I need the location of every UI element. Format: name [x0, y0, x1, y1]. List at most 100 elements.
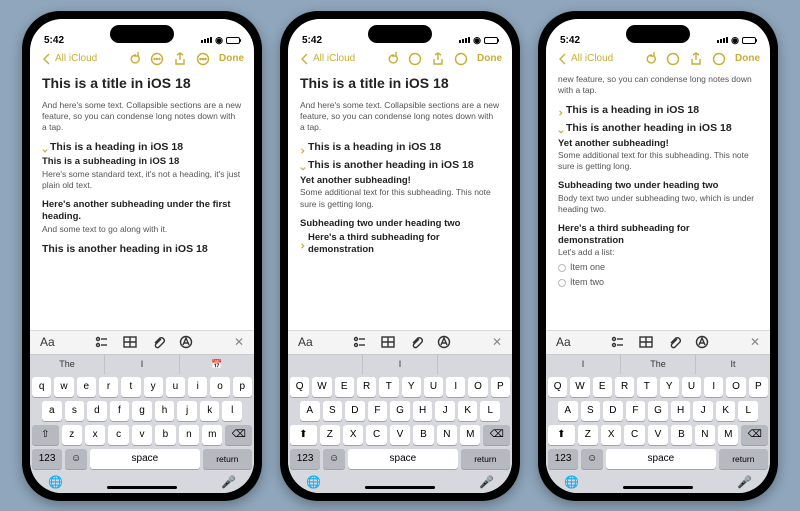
key-N[interactable]: N	[437, 425, 457, 445]
emoji-key[interactable]: ☺	[65, 449, 87, 469]
key-L[interactable]: L	[480, 401, 500, 421]
key-i[interactable]: i	[188, 377, 207, 397]
chevron-right-icon[interactable]	[558, 107, 564, 113]
key-d[interactable]: d	[87, 401, 107, 421]
home-indicator[interactable]	[107, 486, 177, 489]
key-m[interactable]: m	[202, 425, 222, 445]
key-r[interactable]: r	[99, 377, 118, 397]
subheading[interactable]: Here's a third subheading for demonstrat…	[558, 223, 758, 248]
key-U[interactable]: U	[682, 377, 701, 397]
key-h[interactable]: h	[155, 401, 175, 421]
key-S[interactable]: S	[581, 401, 601, 421]
key-W[interactable]: W	[570, 377, 589, 397]
ellipsis-icon[interactable]	[408, 52, 422, 66]
radio-icon[interactable]	[558, 279, 566, 287]
suggestion[interactable]: The	[30, 355, 105, 374]
close-icon[interactable]: ✕	[750, 335, 760, 349]
heading[interactable]: This is a heading in iOS 18	[558, 104, 758, 118]
key-B[interactable]: B	[671, 425, 691, 445]
text-style-button[interactable]: Aa	[556, 335, 571, 349]
heading[interactable]: This is another heading in iOS 18	[42, 243, 242, 257]
shift-key[interactable]: ⬆	[290, 425, 317, 445]
numbers-key[interactable]: 123	[32, 449, 62, 469]
shift-key[interactable]: ⇧	[32, 425, 59, 445]
key-Z[interactable]: Z	[578, 425, 598, 445]
chevron-down-icon[interactable]	[300, 163, 306, 169]
key-e[interactable]: e	[77, 377, 96, 397]
key-R[interactable]: R	[357, 377, 376, 397]
close-icon[interactable]: ✕	[492, 335, 502, 349]
globe-icon[interactable]: 🌐	[564, 475, 579, 489]
globe-icon[interactable]: 🌐	[306, 475, 321, 489]
key-Q[interactable]: Q	[290, 377, 309, 397]
done-button[interactable]: Done	[477, 53, 502, 64]
text-style-button[interactable]: Aa	[298, 335, 313, 349]
undo-icon[interactable]	[643, 52, 657, 66]
return-key[interactable]: return	[461, 449, 510, 469]
key-V[interactable]: V	[648, 425, 668, 445]
note-content[interactable]: new feature, so you can condense long no…	[546, 71, 770, 330]
key-Q[interactable]: Q	[548, 377, 567, 397]
key-T[interactable]: T	[379, 377, 398, 397]
key-S[interactable]: S	[323, 401, 343, 421]
key-D[interactable]: D	[603, 401, 623, 421]
share-icon[interactable]	[689, 52, 703, 66]
more-icon[interactable]	[196, 52, 210, 66]
note-title[interactable]: This is a title in iOS 18	[300, 74, 500, 92]
body-text[interactable]: Some additional text for this subheading…	[300, 187, 500, 209]
key-C[interactable]: C	[366, 425, 386, 445]
key-b[interactable]: b	[155, 425, 175, 445]
body-text[interactable]: And some text to go along with it.	[42, 224, 242, 235]
key-A[interactable]: A	[558, 401, 578, 421]
key-o[interactable]: o	[210, 377, 229, 397]
markup-icon[interactable]	[437, 335, 451, 349]
note-title[interactable]: This is a title in iOS 18	[42, 74, 242, 92]
numbers-key[interactable]: 123	[548, 449, 578, 469]
chevron-down-icon[interactable]	[558, 126, 564, 132]
chevron-right-icon[interactable]	[300, 145, 306, 151]
suggestion[interactable]	[288, 355, 363, 374]
delete-key[interactable]: ⌫	[741, 425, 768, 445]
key-G[interactable]: G	[648, 401, 668, 421]
key-K[interactable]: K	[458, 401, 478, 421]
emoji-key[interactable]: ☺	[581, 449, 603, 469]
attachment-icon[interactable]	[667, 335, 681, 349]
done-button[interactable]: Done	[735, 53, 760, 64]
space-key[interactable]: space	[348, 449, 458, 469]
checklist-icon[interactable]	[353, 335, 367, 349]
return-key[interactable]: return	[719, 449, 768, 469]
text-style-button[interactable]: Aa	[40, 335, 55, 349]
key-F[interactable]: F	[368, 401, 388, 421]
body-text[interactable]: Body text two under subheading two, whic…	[558, 193, 758, 215]
return-key[interactable]: return	[203, 449, 252, 469]
key-C[interactable]: C	[624, 425, 644, 445]
subheading[interactable]: This is a subheading in iOS 18	[42, 156, 242, 168]
key-p[interactable]: p	[233, 377, 252, 397]
home-indicator[interactable]	[365, 486, 435, 489]
key-T[interactable]: T	[637, 377, 656, 397]
key-A[interactable]: A	[300, 401, 320, 421]
key-X[interactable]: X	[343, 425, 363, 445]
mic-icon[interactable]: 🎤	[479, 475, 494, 489]
key-z[interactable]: z	[62, 425, 82, 445]
space-key[interactable]: space	[606, 449, 716, 469]
subheading[interactable]: Yet another subheading!	[558, 138, 758, 150]
key-E[interactable]: E	[593, 377, 612, 397]
undo-icon[interactable]	[385, 52, 399, 66]
key-G[interactable]: G	[390, 401, 410, 421]
body-text[interactable]: And here's some text. Collapsible sectio…	[300, 100, 500, 133]
key-M[interactable]: M	[460, 425, 480, 445]
key-N[interactable]: N	[695, 425, 715, 445]
subheading[interactable]: Subheading two under heading two	[558, 180, 758, 192]
checklist-icon[interactable]	[95, 335, 109, 349]
share-icon[interactable]	[173, 52, 187, 66]
list-item[interactable]: Item two	[558, 275, 758, 290]
heading[interactable]: This is a heading in iOS 18	[42, 141, 242, 155]
key-n[interactable]: n	[179, 425, 199, 445]
delete-key[interactable]: ⌫	[225, 425, 252, 445]
body-text[interactable]: And here's some text. Collapsible sectio…	[42, 100, 242, 133]
key-J[interactable]: J	[435, 401, 455, 421]
key-k[interactable]: k	[200, 401, 220, 421]
ellipsis-icon[interactable]	[666, 52, 680, 66]
key-w[interactable]: w	[54, 377, 73, 397]
